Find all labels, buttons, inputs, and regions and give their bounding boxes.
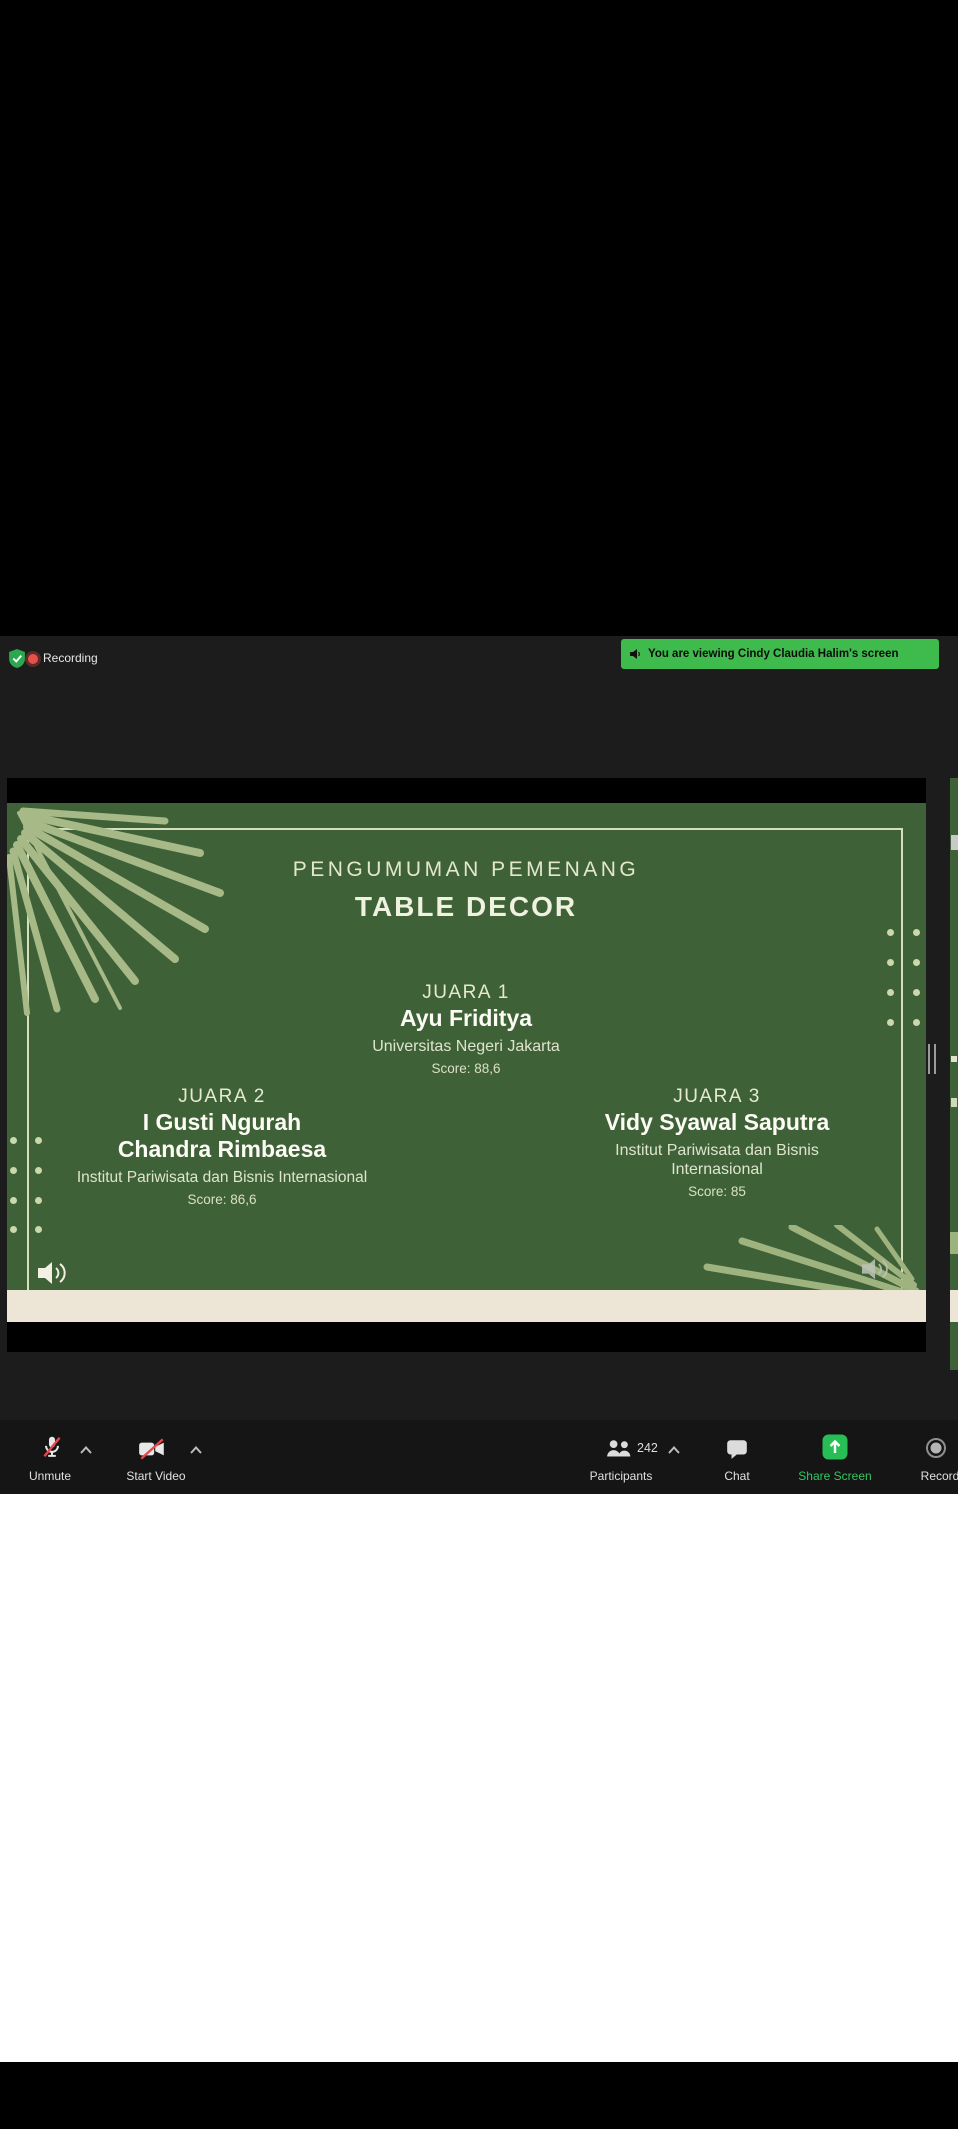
start-video-button[interactable]: Start Video <box>126 1469 185 1483</box>
decor-dot <box>887 989 894 996</box>
sliver-fragment <box>951 1056 957 1062</box>
winner-rank: JUARA 3 <box>577 1087 857 1107</box>
participants-count: 242 <box>637 1441 658 1455</box>
sliver-fragment <box>950 1290 958 1322</box>
decor-dot <box>913 959 920 966</box>
slide-cream-strip <box>7 1290 926 1322</box>
banner-speaker-icon <box>630 648 642 660</box>
decor-dot <box>10 1226 17 1233</box>
winner-name: I Gusti Ngurah Chandra Rimbaesa <box>97 1109 347 1163</box>
decor-dot <box>35 1197 42 1204</box>
participants-icon[interactable] <box>605 1438 633 1460</box>
slide-subtitle: TABLE DECOR <box>355 891 577 923</box>
decor-dot <box>913 1019 920 1026</box>
security-shield-icon[interactable] <box>9 649 25 668</box>
decor-dot <box>35 1167 42 1174</box>
decor-dot <box>887 929 894 936</box>
decor-dot <box>913 989 920 996</box>
slide-title: PENGUMUMAN PEMENANG <box>293 858 640 882</box>
winner-score: Score: 85 <box>577 1184 857 1199</box>
decor-dot <box>35 1226 42 1233</box>
sliver-fragment <box>951 835 958 850</box>
winner-rank: JUARA 2 <box>22 1087 422 1107</box>
winner-block-juara-3: JUARA 3 Vidy Syawal Saputra Institut Par… <box>577 1087 857 1199</box>
share-screen-icon[interactable] <box>822 1434 848 1460</box>
participants-button[interactable]: Participants <box>590 1469 653 1483</box>
winner-score: Score: 88,6 <box>306 1061 626 1076</box>
decor-dot <box>10 1137 17 1144</box>
slide-audio-speaker-left-icon <box>36 1258 70 1288</box>
participants-caret-icon[interactable] <box>668 1446 680 1454</box>
winner-rank: JUARA 1 <box>306 983 626 1003</box>
slide-letterbox-bottom <box>7 1322 926 1352</box>
decor-dot <box>10 1167 17 1174</box>
decor-dot <box>913 929 920 936</box>
viewing-screen-banner: You are viewing Cindy Claudia Halim's sc… <box>621 639 939 669</box>
share-screen-button[interactable]: Share Screen <box>798 1469 871 1483</box>
winner-name: Vidy Syawal Saputra <box>577 1109 857 1136</box>
sliver-fragment <box>950 1232 958 1254</box>
viewing-screen-banner-text: You are viewing Cindy Claudia Halim's sc… <box>648 648 899 660</box>
bottom-white-area <box>0 1494 958 2062</box>
top-letterbox <box>0 0 958 636</box>
unmute-button[interactable]: Unmute <box>29 1469 71 1483</box>
recording-indicator-label: Recording <box>43 651 98 665</box>
winner-institution: Institut Pariwisata dan Bisnis Internasi… <box>592 1141 842 1179</box>
vertical-scrollbar[interactable] <box>928 1044 936 1074</box>
chat-icon[interactable] <box>725 1437 749 1461</box>
winner-institution: Universitas Negeri Jakarta <box>306 1037 626 1056</box>
camera-off-icon[interactable] <box>137 1437 167 1461</box>
recording-dot-icon <box>28 654 38 664</box>
winner-block-juara-2: JUARA 2 I Gusti Ngurah Chandra Rimbaesa … <box>22 1087 422 1207</box>
video-options-caret-icon[interactable] <box>190 1446 202 1454</box>
winner-score: Score: 86,6 <box>22 1192 422 1207</box>
slide-letterbox-top <box>7 778 926 803</box>
decor-dot <box>887 1019 894 1026</box>
record-button[interactable]: Record <box>921 1469 958 1483</box>
palm-leaf-top-left-icon <box>7 803 315 1018</box>
decor-dot <box>887 959 894 966</box>
shared-slide: PENGUMUMAN PEMENANG TABLE DECOR JUARA 1 … <box>7 803 926 1322</box>
slide-audio-speaker-right-icon <box>860 1255 892 1283</box>
winner-institution: Institut Pariwisata dan Bisnis Internasi… <box>22 1168 422 1187</box>
winner-name: Ayu Friditya <box>306 1005 626 1032</box>
winner-block-juara-1: JUARA 1 Ayu Friditya Universitas Negeri … <box>306 983 626 1076</box>
chat-button[interactable]: Chat <box>724 1469 749 1483</box>
bottom-letterbox <box>0 2062 958 2129</box>
sliver-fragment <box>951 1098 957 1107</box>
decor-dot <box>10 1197 17 1204</box>
mic-muted-icon[interactable] <box>39 1434 65 1460</box>
decor-dot <box>35 1137 42 1144</box>
adjacent-content-sliver <box>950 778 958 1370</box>
unmute-options-caret-icon[interactable] <box>80 1446 92 1454</box>
record-icon[interactable] <box>924 1436 948 1460</box>
screenshot-root: Recording You are viewing Cindy Claudia … <box>0 0 958 2129</box>
